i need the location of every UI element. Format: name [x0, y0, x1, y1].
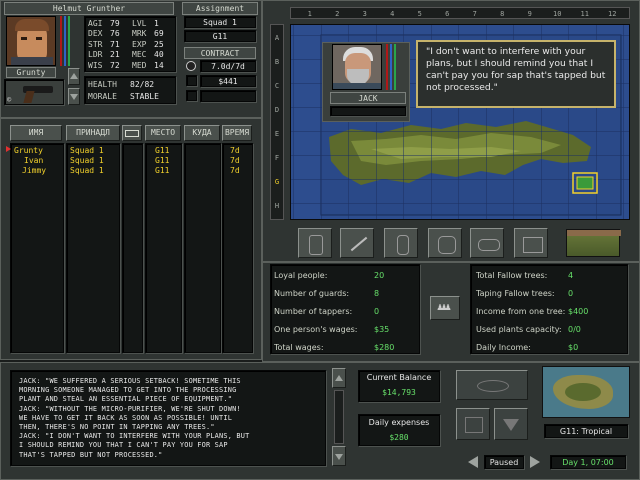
- health-bar: [60, 16, 62, 66]
- contract-checkbox-2[interactable]: [186, 90, 197, 101]
- merc-stats-left: AGI 79 DEX 76 STR 71 LDR 21 WIS 72: [88, 18, 120, 70]
- economy-right-rows: Total Fallow trees: 4 Taping Fallow trees…: [476, 270, 589, 352]
- weapon-slot[interactable]: ©: [4, 79, 64, 105]
- dialog-text: "I don't want to interfere with your pla…: [426, 46, 606, 93]
- next-merc-button[interactable]: [68, 88, 80, 105]
- health-row: Health 82/82: [88, 79, 155, 89]
- contract-checkbox-1[interactable]: [186, 75, 197, 86]
- col-sleep[interactable]: [122, 125, 142, 141]
- expenses-label: Daily expenses: [368, 418, 430, 427]
- merc-nickname: Grunty: [6, 67, 56, 78]
- contract-header: Contract: [184, 47, 256, 59]
- col-time[interactable]: ВРЕМЯ: [222, 125, 252, 141]
- people-icon: ♟♟♟: [437, 302, 451, 313]
- speaker-portrait: [332, 44, 382, 90]
- vehicle-button[interactable]: [470, 228, 504, 258]
- time-slower-button[interactable]: [468, 456, 478, 468]
- merc-stats-right: LVL 1 MRK 69 EXP 25 MEC 40 MED 14: [132, 18, 164, 70]
- map-row-labels: A B C D E F G H: [274, 34, 280, 210]
- map-col-labels: 1 2 3 4 5 6 7 8 9 10 11 12: [307, 9, 617, 18]
- merc-portrait[interactable]: [6, 16, 56, 66]
- morale-row: Morale Stable: [88, 91, 159, 101]
- assignment-sector[interactable]: G11: [184, 30, 256, 42]
- tool-button[interactable]: [340, 228, 374, 258]
- col-name[interactable]: ИМЯ: [10, 125, 62, 141]
- speaker-name-slot: [330, 106, 406, 116]
- prev-merc-button[interactable]: [68, 68, 80, 85]
- pause-status[interactable]: Paused: [484, 455, 524, 469]
- table-row[interactable]: Jimmy Squad 1 G11 7d: [0, 165, 262, 175]
- axe-icon: [350, 236, 368, 252]
- tapper-button[interactable]: [428, 228, 462, 258]
- assign-squad-button[interactable]: [298, 228, 332, 258]
- inventory-button[interactable]: [514, 228, 548, 258]
- oval-icon: [477, 380, 509, 392]
- hand-icon: [438, 236, 456, 254]
- assignment-squad[interactable]: Squad 1: [184, 16, 256, 28]
- sector-label: G11: Tropical: [544, 424, 628, 438]
- clock-icon: [186, 61, 196, 71]
- col-destination[interactable]: КУДА: [184, 125, 220, 141]
- balance-label: Current Balance: [366, 373, 432, 382]
- table-row[interactable]: Grunty Squad 1 G11 7d: [0, 145, 262, 155]
- dialog-bubble[interactable]: "I don't want to interfere with your pla…: [416, 40, 616, 108]
- speaker-bar-green: [394, 44, 396, 90]
- guard-button[interactable]: [384, 228, 418, 258]
- people-icon-button[interactable]: ♟♟♟: [430, 296, 460, 320]
- contract-cost: $441: [200, 75, 256, 87]
- speaker-bar-red: [386, 44, 388, 90]
- speaker-name: Jack: [330, 92, 406, 104]
- map-thumbnail-button[interactable]: [566, 229, 621, 257]
- balance-value: $14,793: [382, 388, 416, 397]
- log-scroll-down[interactable]: [332, 446, 346, 466]
- log-scrollbar[interactable]: [334, 390, 344, 444]
- speaker-bar-blue: [390, 44, 392, 90]
- map-down-button[interactable]: [494, 408, 528, 440]
- compress-time-button[interactable]: [456, 370, 528, 400]
- merc-name-header: Helmut Grunther: [4, 2, 174, 15]
- col-location[interactable]: МЕСТО: [145, 125, 181, 141]
- game-clock: Day 1, 07:00: [550, 455, 626, 469]
- col-assignment[interactable]: ПРИНАДЛ: [66, 125, 120, 141]
- contract-time: 7.0d/7d: [200, 60, 256, 72]
- economy-left-rows: Loyal people: 20 Number of guards: 8 Numbe…: [274, 270, 395, 352]
- helicopter-icon: [478, 239, 500, 251]
- team-rows: Grunty Squad 1 G11 7d Ivan Squad 1 G11 7…: [0, 145, 262, 175]
- bed-icon: [125, 130, 139, 137]
- assignment-header: Assignment: [182, 2, 258, 15]
- morale-bar: [68, 16, 70, 66]
- soldiers-icon: [309, 235, 323, 255]
- time-faster-button[interactable]: [530, 456, 540, 468]
- table-row[interactable]: Ivan Squad 1 G11 7d: [0, 155, 262, 165]
- crate-icon: [523, 237, 543, 253]
- soldier-icon: [397, 235, 409, 255]
- sector-minimap[interactable]: [542, 366, 630, 418]
- log-scroll-up[interactable]: [332, 368, 346, 388]
- message-log[interactable]: JACK: "WE SUFFERED A SERIOUS SETBACK! SO…: [10, 370, 326, 466]
- down-triangle-icon: [503, 419, 519, 431]
- contract-extra-slot[interactable]: [200, 90, 256, 102]
- square-icon: [465, 417, 483, 433]
- energy-bar: [64, 16, 66, 66]
- map-square-button[interactable]: [456, 408, 490, 440]
- expenses-value: $280: [389, 433, 409, 442]
